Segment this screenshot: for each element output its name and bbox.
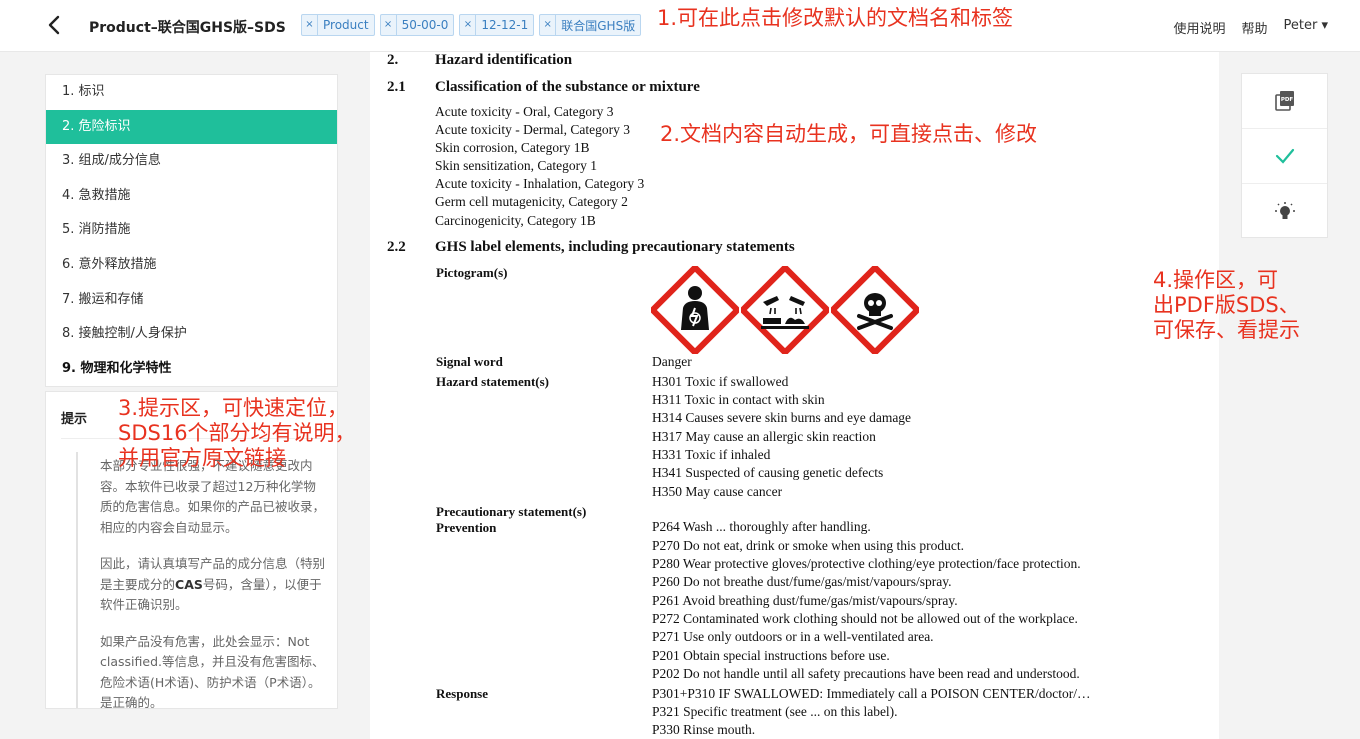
prevention-statement[interactable]: P272 Contaminated work clothing should n… <box>652 611 1078 627</box>
annotation-line: 并用官方原文链接 <box>118 446 286 470</box>
pictogram-label: Pictogram(s) <box>436 265 508 280</box>
usage-guide-link[interactable]: 使用说明 <box>1173 18 1225 37</box>
section-nav: 1. 标识 2. 危险标识 3. 组成/成分信息 4. 急救措施 5. 消防措施… <box>45 74 338 388</box>
response-statement[interactable]: P321 Specific treatment (see ... on this… <box>652 704 898 720</box>
hazard-statement[interactable]: H311 Toxic in contact with skin <box>652 392 825 408</box>
tag-ghs-version[interactable]: × 联合国GHS版 <box>539 14 642 36</box>
prevention-statement[interactable]: P280 Wear protective gloves/protective c… <box>652 556 1081 572</box>
tag-list: × Product × 50-00-0 × 12-12-1 × 联合国GHS版 <box>301 14 642 36</box>
nav-item-exposure-controls[interactable]: 8. 接触控制/人身保护 <box>46 317 337 352</box>
response-statement[interactable]: P330 Rinse mouth. <box>652 722 755 738</box>
tag-cas[interactable]: × 50-00-0 <box>379 14 455 36</box>
response-statement[interactable]: P301+P310 IF SWALLOWED: Immediately call… <box>652 686 1090 702</box>
classification-line[interactable]: Acute toxicity - Dermal, Category 3 <box>435 122 630 138</box>
hint-text: 本部分专业性很强，不建议随意更改内容。本软件已收录了超过12万种化学物质的危害信… <box>100 456 328 709</box>
prevention-statement[interactable]: P270 Do not eat, drink or smoke when usi… <box>652 538 964 554</box>
hazard-statement[interactable]: H314 Causes severe skin burns and eye da… <box>652 410 911 426</box>
health-hazard-pictogram[interactable] <box>651 266 739 354</box>
prevention-statement[interactable]: P202 Do not handle until all safety prec… <box>652 666 1080 682</box>
tag-remove-icon[interactable]: × <box>540 15 557 35</box>
hazard-statement[interactable]: H350 May cause cancer <box>652 484 782 500</box>
nav-item-composition[interactable]: 3. 组成/成分信息 <box>46 144 337 179</box>
hazard-statement[interactable]: H301 Toxic if swallowed <box>652 374 788 390</box>
annotation-line: 4.操作区，可 <box>1153 268 1279 292</box>
hint-paragraph: 因此，请认真填写产品的成分信息（特别是主要成分的CAS号码，含量），以便于软件正… <box>100 554 328 616</box>
corrosion-pictogram[interactable] <box>741 266 829 354</box>
help-link[interactable]: 帮助 <box>1242 18 1268 37</box>
tag-remove-icon[interactable]: × <box>460 15 477 35</box>
export-pdf-button[interactable]: PDF <box>1242 74 1327 129</box>
hazard-statement[interactable]: H341 Suspected of causing genetic defect… <box>652 465 883 481</box>
classification-line[interactable]: Skin corrosion, Category 1B <box>435 140 590 156</box>
annotation-line: 出PDF版SDS、 <box>1153 293 1300 317</box>
show-hints-button[interactable] <box>1242 184 1327 239</box>
annotation-line: 3.提示区，可快速定位， <box>118 396 349 420</box>
annotation-2: 2.文档内容自动生成，可直接点击、修改 <box>660 122 1038 146</box>
prevention-label: Prevention <box>436 520 497 535</box>
prevention-statement[interactable]: P261 Avoid breathing dust/fume/gas/mist/… <box>652 593 958 609</box>
hint-scrollbar[interactable] <box>76 452 78 708</box>
tag-remove-icon[interactable]: × <box>381 15 397 35</box>
nav-item-first-aid[interactable]: 4. 急救措施 <box>46 179 337 214</box>
annotation-3: 3.提示区，可快速定位， SDS16个部分均有说明， 并用官方原文链接 <box>118 396 356 471</box>
hint-text-cas: CAS <box>175 576 203 592</box>
nav-item-handling-storage[interactable]: 7. 搬运和存储 <box>46 283 337 318</box>
hazard-statement[interactable]: H317 May cause an allergic skin reaction <box>652 429 876 445</box>
check-icon <box>1275 148 1294 164</box>
prevention-statement[interactable]: P264 Wash ... thoroughly after handling. <box>652 519 871 535</box>
top-right-menu: 使用说明 帮助 Peter ▾ <box>1173 18 1328 37</box>
tag-product[interactable]: × Product <box>301 14 375 36</box>
tag-date[interactable]: × 12-12-1 <box>459 14 535 36</box>
skull-crossbones-pictogram[interactable] <box>831 266 919 354</box>
classification-line[interactable]: Carcinogenicity, Category 1B <box>435 213 596 229</box>
precautionary-label: Precautionary statement(s) <box>436 504 587 519</box>
chevron-left-icon[interactable] <box>44 14 66 36</box>
nav-item-firefighting[interactable]: 5. 消防措施 <box>46 213 337 248</box>
annotation-line: SDS16个部分均有说明， <box>118 421 356 445</box>
signal-word-label: Signal word <box>436 354 503 369</box>
sds-document[interactable]: 2. Hazard identification 2.1 Classificat… <box>370 52 1219 739</box>
signal-word-value[interactable]: Danger <box>652 354 692 370</box>
classification-line[interactable]: Acute toxicity - Inhalation, Category 3 <box>435 176 644 192</box>
hint-paragraph: 如果产品没有危害，此处会显示：Not classified.等信息，并且没有危害… <box>100 633 325 709</box>
hazard-statements-label: Hazard statement(s) <box>436 374 549 389</box>
classification-line[interactable]: Germ cell mutagenicity, Category 2 <box>435 194 628 210</box>
hint-title: 提示 <box>61 412 88 427</box>
annotation-1: 1.可在此点击修改默认的文档名和标签 <box>657 6 1014 30</box>
pdf-icon: PDF <box>1274 91 1294 111</box>
annotation-line: 可保存、看提示 <box>1153 318 1300 342</box>
annotation-4: 4.操作区，可 出PDF版SDS、 可保存、看提示 <box>1153 268 1300 343</box>
classification-line[interactable]: Acute toxicity - Oral, Category 3 <box>435 104 613 120</box>
action-panel: PDF <box>1241 73 1328 238</box>
document-title[interactable]: Product–联合国GHS版–SDS <box>89 17 286 37</box>
section-title: GHS label elements, including precaution… <box>435 239 795 255</box>
section-title: Classification of the substance or mixtu… <box>435 79 700 95</box>
prevention-statement[interactable]: P201 Obtain special instructions before … <box>652 648 890 664</box>
svg-text:PDF: PDF <box>1280 97 1293 103</box>
section-number: 2. <box>387 52 399 68</box>
save-button[interactable] <box>1242 129 1327 184</box>
section-title: Hazard identification <box>435 52 573 68</box>
lightbulb-icon <box>1274 201 1295 219</box>
tag-remove-icon[interactable]: × <box>302 15 318 35</box>
tag-label: Product <box>323 18 369 32</box>
hazard-statement[interactable]: H331 Toxic if inhaled <box>652 447 770 463</box>
tag-label: 联合国GHS版 <box>561 18 636 33</box>
nav-item-physical-chemical[interactable]: 9. 物理和化学特性 <box>46 352 337 387</box>
prevention-statement[interactable]: P271 Use only outdoors or in a well-vent… <box>652 629 934 645</box>
nav-item-identification[interactable]: 1. 标识 <box>46 75 337 110</box>
tag-label: 50-00-0 <box>401 18 449 32</box>
section-number: 2.1 <box>387 79 406 95</box>
tag-label: 12-12-1 <box>481 18 529 32</box>
response-label: Response <box>436 686 489 701</box>
nav-item-accidental-release[interactable]: 6. 意外释放措施 <box>46 248 337 283</box>
prevention-statement[interactable]: P260 Do not breathe dust/fume/gas/mist/v… <box>652 574 951 590</box>
nav-item-hazard-identification[interactable]: 2. 危险标识 <box>46 109 337 145</box>
section-number: 2.2 <box>387 239 406 255</box>
classification-line[interactable]: Skin sensitization, Category 1 <box>435 158 597 174</box>
user-menu[interactable]: Peter ▾ <box>1284 18 1328 37</box>
